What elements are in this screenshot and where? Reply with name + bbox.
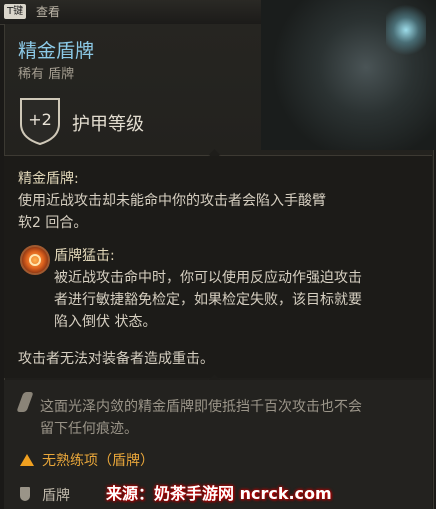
flavor-line2: 留下任何痕迹。 <box>40 421 138 437</box>
armor-class-value: +2 <box>28 110 52 129</box>
passive-desc-line2: 软2 回合。 <box>18 215 88 231</box>
flavor-line1: 这面光泽内敛的精金盾牌即使抵挡千百次攻击也不会 <box>40 399 362 415</box>
passive-desc-line1: 使用近战攻击却未能命中你的攻击者会陷入手酸臂 <box>18 193 326 209</box>
action-desc-line1: 被近战攻击命中时，你可以使用反应动作强迫攻击 <box>54 270 362 286</box>
item-art-glow <box>386 0 426 60</box>
crit-immunity-text: 攻击者无法对装备者造成重击。 <box>18 351 214 367</box>
passive-name: 精金盾牌: <box>18 171 79 187</box>
item-rarity-type: 稀有 盾牌 <box>18 67 75 82</box>
watermark: 来源：奶茶手游网 ncrck.com <box>106 484 332 503</box>
item-name: 精金盾牌 <box>18 40 95 62</box>
item-category: 盾牌 <box>42 488 70 504</box>
warning-icon <box>20 454 34 466</box>
action-desc-line2: 者进行敏捷豁免检定，如果检定失败，该目标就要 <box>54 292 362 308</box>
armor-class-label: 护甲等级 <box>72 114 144 135</box>
shield-small-icon <box>20 487 30 501</box>
proficiency-warning: 无熟练项（盾牌） <box>42 453 154 469</box>
action-name: 盾牌猛击: <box>54 248 115 264</box>
inspect-button[interactable]: 查看 <box>36 3 60 20</box>
keybind-badge: T键 <box>4 4 27 19</box>
action-desc-line3: 陷入倒伏 状态。 <box>54 314 157 330</box>
shield-bash-icon <box>20 245 50 275</box>
